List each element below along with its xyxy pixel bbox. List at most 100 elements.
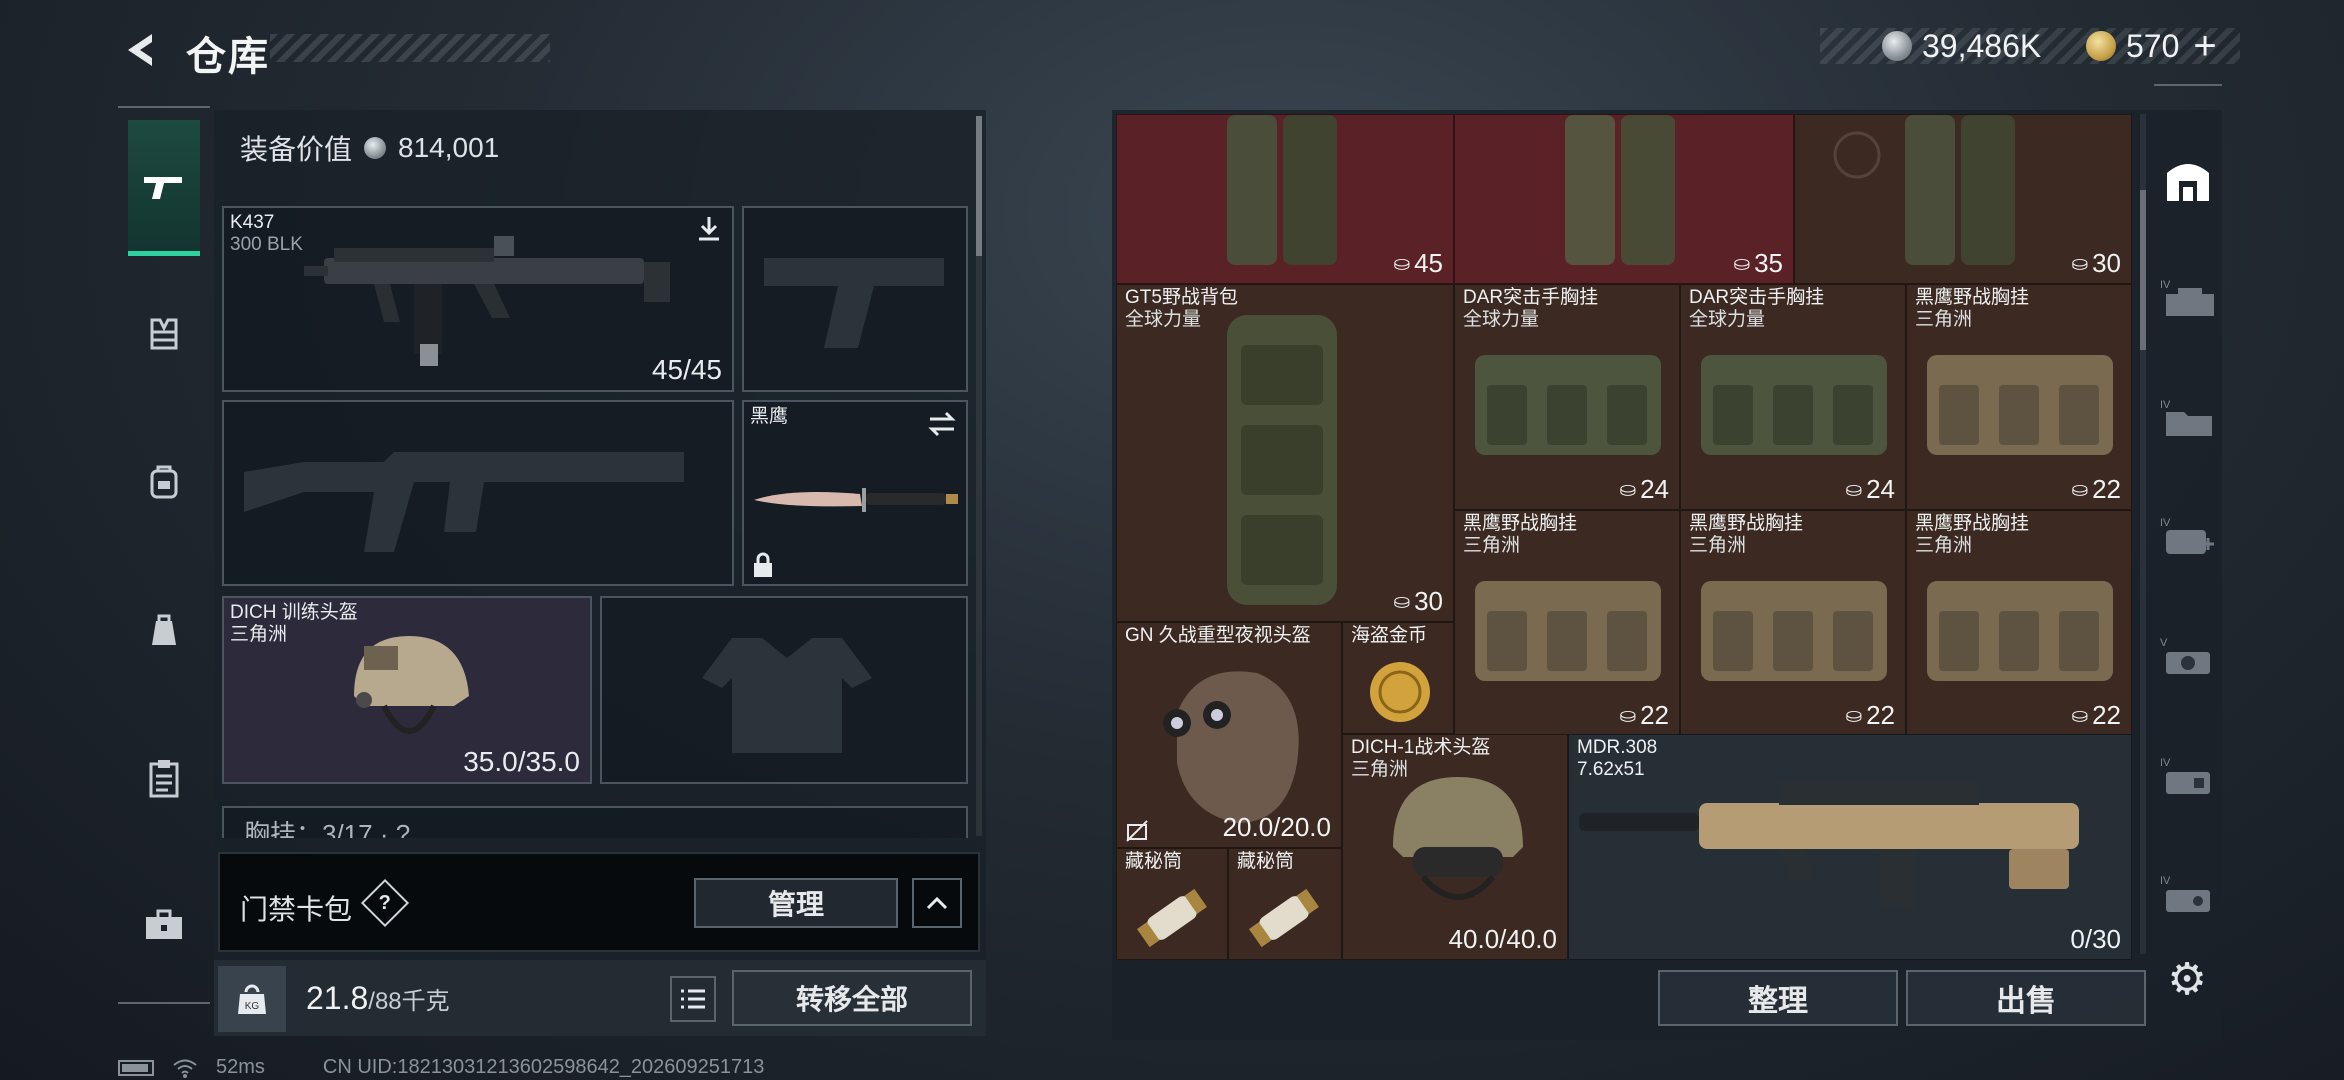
vest-small-icon: ⛀ xyxy=(1619,479,1637,501)
stash-item[interactable]: GT5野战背包 全球力量 ⛀ 30 xyxy=(1116,284,1454,622)
sort-button[interactable]: 整理 xyxy=(1658,970,1898,1026)
tier-label: IV xyxy=(2160,399,2171,411)
stash-item-brand: 全球力量 xyxy=(1463,309,1540,330)
melee-slot[interactable]: 黑鹰 xyxy=(742,400,968,586)
secondary-weapon-slot[interactable] xyxy=(222,400,734,586)
nv-helmet-item-icon xyxy=(1163,671,1299,823)
chest-rig-label: 胸挂：3/17 · ? xyxy=(244,819,411,838)
device-tier-iv-icon: IV xyxy=(2160,757,2210,794)
silver-coin-icon xyxy=(1882,31,1912,61)
right-rail-tier-iv-3[interactable]: IV xyxy=(2152,500,2224,572)
status-footer: 52ms CN UID:18213031213602598642_2026092… xyxy=(118,1056,764,1079)
stash-item[interactable]: ⛀ 30 xyxy=(1794,114,2132,284)
stash-item[interactable]: GN 久战重型夜视头盔 20.0/20.0 xyxy=(1116,622,1342,848)
weight-readout: 21.8/88千克 xyxy=(306,980,450,1017)
chest-rig-slot[interactable]: 胸挂：3/17 · ? xyxy=(222,806,968,838)
rail-tab-toolbox[interactable] xyxy=(128,888,200,960)
stash-item[interactable]: 海盗金币 xyxy=(1342,622,1454,734)
manage-button[interactable]: 管理 xyxy=(694,878,898,928)
collapse-button[interactable] xyxy=(912,878,962,928)
pouch-item-icon xyxy=(1565,115,1675,265)
stash-item[interactable]: DICH-1战术头盔 三角洲 40.0/40.0 xyxy=(1342,734,1568,960)
ping-value: 52ms xyxy=(216,1056,265,1078)
rail-tab-backpack[interactable] xyxy=(128,446,200,518)
right-rail-tier-v[interactable]: V xyxy=(2152,620,2224,692)
stash-item[interactable]: 藏秘筒 xyxy=(1228,848,1342,960)
vest-small-icon: ⛀ xyxy=(2071,705,2089,727)
rail-tab-weapons[interactable] xyxy=(128,120,200,256)
chest-rig-item-icon xyxy=(1701,355,1887,455)
sidearm-slot[interactable] xyxy=(742,206,968,392)
loadout-scroll-thumb[interactable] xyxy=(976,116,982,256)
rail-tab-vest[interactable] xyxy=(128,298,200,370)
warehouse-icon xyxy=(2167,164,2209,201)
stash-item-count: ⛀ 30 xyxy=(1393,586,1443,616)
stash-item[interactable]: ⛀ 45 xyxy=(1116,114,1454,284)
no-loot-icon xyxy=(1126,820,1148,842)
silver-coin-icon xyxy=(364,137,387,159)
backpack-icon xyxy=(150,465,178,499)
stash-item[interactable]: 黑鹰野战胸挂 三角洲 ⛀ 22 xyxy=(1906,510,2132,736)
add-currency-icon[interactable]: + xyxy=(2193,24,2216,69)
list-view-button[interactable] xyxy=(670,976,716,1022)
settings-gear-icon[interactable]: ⚙ xyxy=(2162,954,2212,1004)
vest-small-icon: ⛀ xyxy=(2071,479,2089,501)
stash-item-name: 藏秘筒 xyxy=(1125,851,1183,872)
stash-item[interactable]: MDR.308 7.62x51 0/30 xyxy=(1568,734,2132,960)
pistol-icon xyxy=(144,176,182,199)
stash-item[interactable]: 黑鹰野战胸挂 三角洲 ⛀ 22 xyxy=(1454,510,1680,736)
equip-value: 装备价值 814,001 xyxy=(240,128,499,168)
stash-item-name: 藏秘筒 xyxy=(1237,851,1295,872)
stash-item-brand: 三角洲 xyxy=(1915,309,1973,330)
rail-divider-bottom xyxy=(118,1002,210,1004)
right-rail-tier-iv-2[interactable]: IV xyxy=(2152,382,2224,454)
right-rail-tier-iv-1[interactable]: IV xyxy=(2152,262,2224,334)
rail-tab-clipboard[interactable] xyxy=(128,742,200,814)
vest-small-icon: ⛀ xyxy=(1619,705,1637,727)
stash-item[interactable]: DAR突击手胸挂 全球力量 ⛀ 24 xyxy=(1454,284,1680,510)
stash-scroll-thumb[interactable] xyxy=(2140,190,2146,350)
primary-weapon-ammo: 45/45 xyxy=(651,354,722,385)
stash-item-name: DAR突击手胸挂 xyxy=(1463,287,1599,308)
right-rail-tier-iv-4[interactable]: IV xyxy=(2152,740,2224,812)
chest-rig-item-icon xyxy=(1475,581,1661,681)
weight-value: 21.8 xyxy=(306,980,369,1016)
sell-button[interactable]: 出售 xyxy=(1906,970,2146,1026)
helmet-icon xyxy=(354,636,469,734)
swap-icon[interactable] xyxy=(926,410,958,438)
stash-item-count: ⛀ 22 xyxy=(2071,474,2121,504)
armor-silhouette-icon xyxy=(702,638,872,753)
stash-item-name: 黑鹰野战胸挂 xyxy=(1463,513,1578,534)
chevron-up-icon xyxy=(926,896,948,910)
rail-tab-pouch[interactable] xyxy=(128,594,200,666)
primary-weapon-slot[interactable]: K437 300 BLK 45/45 xyxy=(222,206,734,392)
wifi-icon xyxy=(173,1059,197,1078)
transfer-all-button[interactable]: 转移全部 xyxy=(732,970,972,1026)
right-rail-tier-iv-5[interactable]: IV xyxy=(2152,858,2224,930)
stash-item[interactable]: 黑鹰野战胸挂 三角洲 ⛀ 22 xyxy=(1680,510,1906,736)
stash-item-count: ⛀ 30 xyxy=(2071,248,2121,278)
cache-tube-item-icon xyxy=(1137,888,1207,948)
back-button[interactable] xyxy=(112,22,168,78)
stash-item-name: 黑鹰野战胸挂 xyxy=(1915,513,2030,534)
stash-item-count: ⛀ 24 xyxy=(1619,474,1669,504)
armor-slot[interactable] xyxy=(600,596,968,784)
currency-secondary[interactable]: 570 + xyxy=(2086,24,2217,69)
stash-item-name: 黑鹰野战胸挂 xyxy=(1915,287,2030,308)
stash-item[interactable]: ⛀ 35 xyxy=(1454,114,1794,284)
right-rail-home[interactable] xyxy=(2152,144,2224,216)
stash-item-count: ⛀ 22 xyxy=(2071,700,2121,730)
download-icon[interactable] xyxy=(694,214,724,244)
currency-primary[interactable]: 39,486K xyxy=(1882,26,2041,66)
currency-primary-value: 39,486K xyxy=(1922,27,2042,64)
stash-item[interactable]: DAR突击手胸挂 全球力量 ⛀ 24 xyxy=(1680,284,1906,510)
melee-name: 黑鹰 xyxy=(750,406,789,427)
medkit-tier-iv-icon: IV xyxy=(2160,517,2214,554)
stash-item-count: ⛀ 35 xyxy=(1733,248,1783,278)
helmet-slot[interactable]: DICH 训练头盔 三角洲 35.0/35.0 xyxy=(222,596,592,784)
gold-coin-icon xyxy=(2086,31,2116,61)
stash-item[interactable]: 黑鹰野战胸挂 三角洲 ⛀ 22 xyxy=(1906,284,2132,510)
stash-item[interactable]: 藏秘筒 xyxy=(1116,848,1228,960)
tier-label: IV xyxy=(2160,875,2171,887)
vest-icon xyxy=(150,318,178,350)
